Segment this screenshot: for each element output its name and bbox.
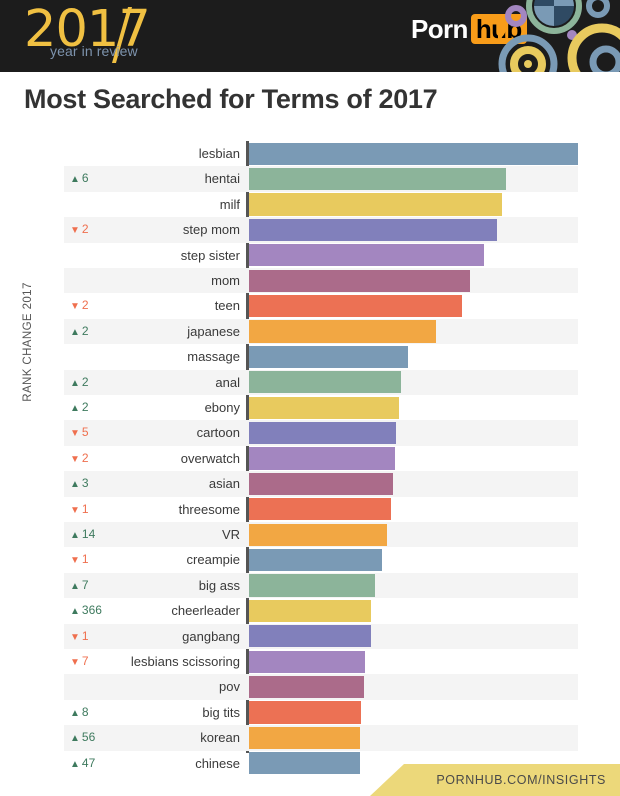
table-row: ▲ 366 cheerleader <box>0 598 620 623</box>
table-row: ▲ 2 japanese <box>0 318 620 345</box>
bar <box>249 142 578 165</box>
table-row: ▼ 1 creampie <box>0 547 620 572</box>
table-row: ▲ 3 asian <box>0 471 620 497</box>
bar <box>249 167 506 191</box>
bar <box>249 320 436 343</box>
bar <box>249 294 462 318</box>
search-term-label: threesome <box>178 501 240 517</box>
search-term-label: VR <box>221 527 240 542</box>
search-term-label: lesbians scissoring <box>130 654 240 669</box>
table-row: ▼ 2 step mom <box>0 217 620 243</box>
table-row: ▲ 2 ebony <box>0 395 620 420</box>
search-term-label: step mom <box>182 222 240 238</box>
year-in-review-logo: 2017 year in review <box>24 4 204 66</box>
table-row: mom <box>0 268 620 294</box>
search-term-label: hentai <box>204 171 240 187</box>
page-title: Most Searched for Terms of 2017 <box>24 84 438 114</box>
table-row: ▼ 1 threesome <box>0 497 620 522</box>
bar <box>249 472 394 495</box>
bar <box>249 599 372 622</box>
table-row: massage <box>0 344 620 369</box>
bar <box>249 244 484 267</box>
search-term-label: mom <box>211 273 240 288</box>
search-term-label: ebony <box>204 400 240 415</box>
bar <box>249 726 360 749</box>
bar <box>249 396 400 419</box>
search-term-label: korean <box>200 730 240 746</box>
bar <box>249 523 388 546</box>
bar <box>249 625 372 648</box>
search-term-label: big ass <box>198 577 240 593</box>
table-row: ▲ 56 korean <box>0 725 620 751</box>
search-term-label: anal <box>215 374 240 390</box>
search-term-label: overwatch <box>180 450 240 466</box>
table-row: ▼ 2 teen <box>0 293 620 318</box>
table-row: ▲ 6 hentai <box>0 166 620 192</box>
search-term-label: cheerleader <box>171 603 240 619</box>
page-footer: PORNHUB.COM/INSIGHTS <box>0 764 620 796</box>
table-row: ▲ 14 VR <box>0 522 620 548</box>
table-row: step sister <box>0 243 620 268</box>
table-row: lesbian <box>0 141 620 166</box>
table-row: ▲ 2 anal <box>0 369 620 395</box>
search-term-label: lesbian <box>198 146 240 161</box>
table-row: ▼ 2 overwatch <box>0 446 620 471</box>
table-row: ▲ 7 big ass <box>0 572 620 599</box>
search-term-label: gangbang <box>182 628 240 644</box>
table-row: ▼ 7 lesbians scissoring <box>0 649 620 674</box>
bar <box>249 269 471 292</box>
table-row: ▲ 8 big tits <box>0 700 620 725</box>
table-row: ▼ 1 gangbang <box>0 623 620 649</box>
bar <box>249 421 397 445</box>
search-term-label: big tits <box>202 704 240 720</box>
search-term-label: teen <box>214 298 240 314</box>
bar <box>249 498 392 521</box>
year-in-review-subtitle: year in review <box>50 43 138 59</box>
bar <box>249 548 382 572</box>
search-term-label: step sister <box>180 247 240 263</box>
most-searched-terms-chart: RANK CHANGE 2017 lesbian ▲ 6 hentai milf ▼ 2st… <box>0 141 620 775</box>
search-term-label: japanese <box>187 323 240 339</box>
pornhub-logo-porn: Porn <box>411 14 468 44</box>
bar <box>249 574 375 597</box>
search-term-label: asian <box>208 476 240 492</box>
search-term-label: creampie <box>186 552 240 568</box>
bar <box>249 371 401 394</box>
search-term-label: cartoon <box>196 425 240 441</box>
bar <box>249 447 396 470</box>
search-term-label: massage <box>187 349 240 365</box>
bar <box>249 193 502 216</box>
bar <box>249 345 408 368</box>
bar <box>249 701 362 724</box>
bar <box>249 675 365 699</box>
search-term-label: milf <box>219 196 240 212</box>
table-row: pov <box>0 674 620 700</box>
footer-url[interactable]: PORNHUB.COM/INSIGHTS <box>436 764 606 796</box>
bar <box>249 218 498 241</box>
table-row: ▼ 5 cartoon <box>0 420 620 446</box>
decorative-circles-graphic <box>498 0 620 72</box>
search-term-label: pov <box>219 679 240 695</box>
table-row: milf <box>0 192 620 217</box>
bar <box>249 650 366 673</box>
page-header: 2017 year in review Porn hub <box>0 0 620 72</box>
